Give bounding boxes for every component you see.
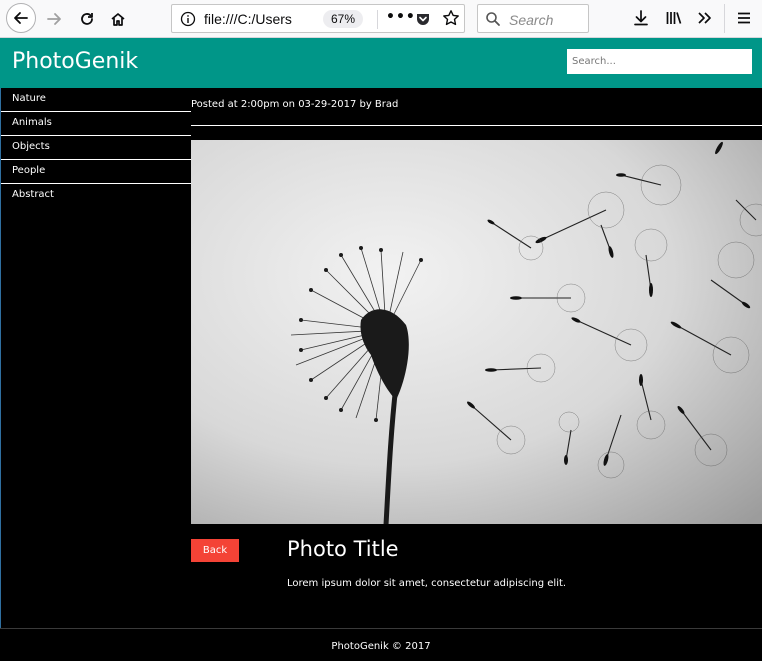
site-header: PhotoGenik xyxy=(0,38,762,88)
home-icon xyxy=(111,13,125,26)
forward-arrow-icon xyxy=(47,13,61,25)
home-button[interactable] xyxy=(104,5,132,33)
site-footer: PhotoGenik © 2017 xyxy=(0,629,762,661)
sidebar-item-nature[interactable]: Nature xyxy=(1,88,191,112)
hamburger-menu-icon[interactable] xyxy=(733,7,755,29)
post-photo xyxy=(191,140,762,524)
url-bar[interactable]: file:///C:/Users 67% ••• xyxy=(171,4,465,33)
download-icon[interactable] xyxy=(630,7,652,29)
back-button[interactable] xyxy=(6,3,36,33)
back-link-button[interactable]: Back xyxy=(191,539,239,562)
post-meta: Posted at 2:00pm on 03-29-2017 by Brad xyxy=(191,99,399,110)
reload-icon xyxy=(81,13,93,25)
sidebar-item-objects[interactable]: Objects xyxy=(1,136,191,160)
url-text[interactable]: file:///C:/Users xyxy=(204,11,312,27)
post-content: Posted at 2:00pm on 03-29-2017 by Brad B… xyxy=(191,88,762,628)
sidebar-item-people[interactable]: People xyxy=(1,160,191,184)
page-actions-icon[interactable]: ••• xyxy=(386,9,416,25)
zoom-indicator[interactable]: 67% xyxy=(323,10,364,28)
back-arrow-icon xyxy=(14,12,28,24)
photo-title: Photo Title xyxy=(287,537,399,561)
browser-toolbar: file:///C:/Users 67% ••• Search xyxy=(0,0,762,38)
browser-search-box[interactable]: Search xyxy=(477,4,589,33)
site-search-input[interactable] xyxy=(567,49,752,74)
footer-copyright: PhotoGenik © 2017 xyxy=(331,641,431,652)
dandelion-photo xyxy=(191,140,762,524)
sidebar-item-animals[interactable]: Animals xyxy=(1,112,191,136)
pocket-icon[interactable] xyxy=(415,11,431,31)
overflow-chevrons-icon[interactable] xyxy=(694,7,716,29)
forward-button[interactable] xyxy=(40,5,68,33)
info-icon[interactable] xyxy=(180,11,196,31)
photo-description: Lorem ipsum dolor sit amet, consectetur … xyxy=(287,578,567,589)
reload-button[interactable] xyxy=(73,5,101,33)
meta-divider xyxy=(191,125,762,126)
search-icon xyxy=(485,11,501,31)
category-sidebar: Nature Animals Objects People Abstract xyxy=(0,88,191,628)
sidebar-item-abstract[interactable]: Abstract xyxy=(1,184,191,208)
toolbar-divider xyxy=(724,4,725,33)
library-icon[interactable] xyxy=(663,7,685,29)
site-brand[interactable]: PhotoGenik xyxy=(12,49,138,74)
browser-search-placeholder: Search xyxy=(509,12,554,28)
bookmark-star-icon[interactable] xyxy=(442,9,460,31)
url-bar-divider xyxy=(377,10,378,29)
